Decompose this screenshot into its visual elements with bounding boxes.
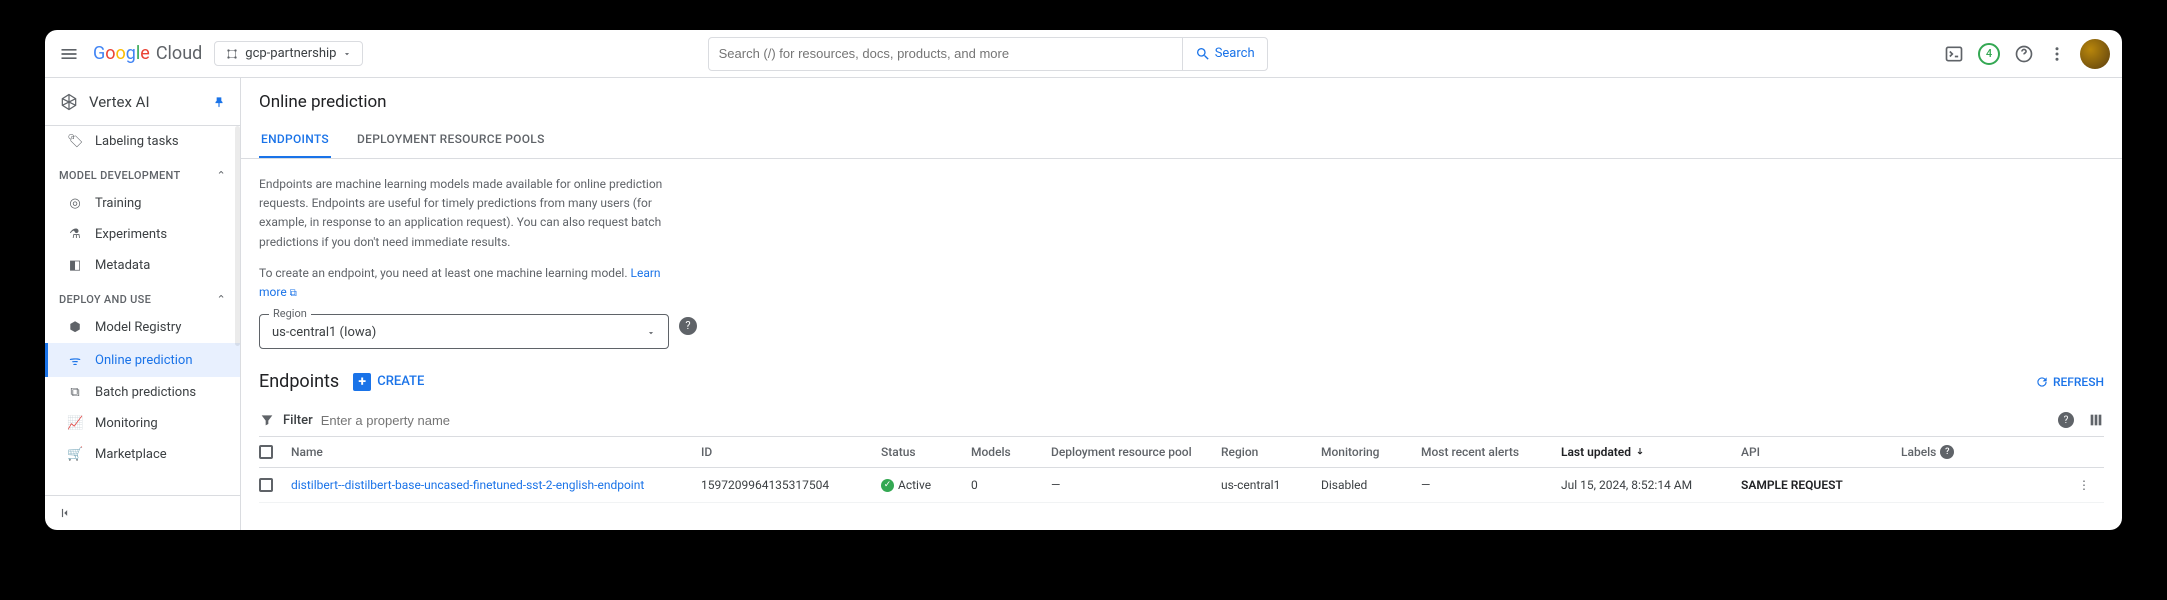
chevron-up-icon: ⌃ [216,293,226,306]
columns-icon[interactable] [2088,412,2104,428]
col-status[interactable]: Status [881,445,971,459]
sidebar-item-training[interactable]: ◎Training [45,188,240,219]
col-name[interactable]: Name [291,445,701,459]
pin-icon[interactable] [212,95,226,109]
notifications-badge[interactable]: 4 [1978,43,2000,65]
user-avatar[interactable] [2080,39,2110,69]
product-header[interactable]: Vertex AI [45,78,240,126]
cart-icon: 🛒 [67,447,83,462]
info-icon: ? [1940,445,1954,459]
project-picker[interactable]: gcp-partnership [214,41,363,66]
col-id[interactable]: ID [701,445,881,459]
endpoint-alerts: — [1421,478,1561,492]
sidebar-item-labeling[interactable]: 🏷Labeling tasks [45,126,240,157]
chevron-down-icon [646,328,656,338]
endpoint-pool: — [1051,478,1221,492]
table-header: Name ID Status Models Deployment resourc… [259,437,2104,468]
chevron-down-icon [342,49,352,59]
description-text-2: To create an endpoint, you need at least… [259,266,628,280]
search-bar: Search [708,37,1268,71]
col-last-updated[interactable]: Last updated [1561,445,1741,459]
plus-icon: + [353,373,371,391]
sidebar-item-online-prediction[interactable]: ᯤOnline prediction [45,343,240,377]
registry-icon: ⬢ [67,320,83,335]
nav-menu-icon[interactable] [57,42,81,66]
topbar-right-icons: 4 [1944,39,2110,69]
top-bar: Google Cloud gcp-partnership Search 4 [45,30,2122,78]
row-more-icon[interactable]: ⋮ [2064,478,2104,492]
filter-icon [259,412,275,428]
collapse-sidebar-button[interactable] [45,495,240,530]
filter-label: Filter [283,413,313,428]
arrow-down-icon [1634,446,1646,458]
chevron-up-icon: ⌃ [216,169,226,182]
sidebar-item-metadata[interactable]: ◧Metadata [45,250,240,281]
row-checkbox[interactable] [259,478,273,492]
main-content: Online prediction ENDPOINTS DEPLOYMENT R… [241,78,2122,530]
google-cloud-logo[interactable]: Google Cloud [93,43,202,64]
sample-request-button[interactable]: SAMPLE REQUEST [1741,478,1901,492]
tabs: ENDPOINTS DEPLOYMENT RESOURCE POOLS [241,122,2122,159]
endpoints-table: Name ID Status Models Deployment resourc… [259,437,2104,503]
help-icon[interactable] [2014,44,2034,64]
sidebar-item-monitoring[interactable]: 📈Monitoring [45,408,240,439]
table-row: distilbert--distilbert-base-uncased-fine… [259,468,2104,503]
endpoint-id: 1597209964135317504 [701,478,881,492]
sidebar-item-marketplace[interactable]: 🛒Marketplace [45,439,240,470]
flask-icon: ⚗ [67,227,83,242]
page-title: Online prediction [241,78,2122,122]
app-window: Google Cloud gcp-partnership Search 4 [45,30,2122,530]
col-alerts[interactable]: Most recent alerts [1421,445,1561,459]
cloud-shell-icon[interactable] [1944,44,1964,64]
endpoint-status: ✓Active [881,478,971,492]
region-help-icon[interactable]: ? [679,317,697,335]
endpoint-last-updated: Jul 15, 2024, 8:52:14 AM [1561,478,1741,492]
filter-help-icon[interactable]: ? [2058,412,2074,428]
col-region[interactable]: Region [1221,445,1321,459]
training-icon: ◎ [67,196,83,211]
region-value: us-central1 (Iowa) [272,325,376,340]
metadata-icon: ◧ [67,258,83,273]
vertex-ai-icon [59,92,79,112]
tab-endpoints[interactable]: ENDPOINTS [259,122,331,158]
sidebar-section-deploy[interactable]: DEPLOY AND USE⌃ [45,281,240,312]
region-select[interactable]: Region us-central1 (Iowa) [259,314,669,349]
chart-icon: 📈 [67,416,83,431]
external-link-icon: ⧉ [290,288,297,299]
col-models[interactable]: Models [971,445,1051,459]
sidebar-item-model-registry[interactable]: ⬢Model Registry [45,312,240,343]
search-input[interactable] [709,46,1182,61]
col-api[interactable]: API [1741,445,1901,459]
sidebar: Vertex AI 🏷Labeling tasks MODEL DEVELOPM… [45,78,241,530]
more-icon[interactable] [2048,45,2066,63]
search-button[interactable]: Search [1182,38,1267,70]
tab-deployment-resource-pools[interactable]: DEPLOYMENT RESOURCE POOLS [355,122,547,158]
col-labels[interactable]: Labels? [1901,445,2031,459]
region-label: Region [269,307,311,320]
search-icon [1195,46,1211,62]
sidebar-item-experiments[interactable]: ⚗Experiments [45,219,240,250]
tag-icon: 🏷 [67,134,83,149]
select-all-checkbox[interactable] [259,445,273,459]
batch-icon: ⧉ [67,385,83,400]
endpoint-region: us-central1 [1221,478,1321,492]
check-icon: ✓ [881,479,894,492]
sidebar-section-model-dev[interactable]: MODEL DEVELOPMENT⌃ [45,157,240,188]
create-button[interactable]: + CREATE [353,373,424,391]
refresh-button[interactable]: REFRESH [2035,375,2104,389]
filter-input[interactable] [321,413,2050,428]
col-monitoring[interactable]: Monitoring [1321,445,1421,459]
project-name: gcp-partnership [245,46,336,61]
sidebar-item-batch-predictions[interactable]: ⧉Batch predictions [45,377,240,408]
endpoint-name-link[interactable]: distilbert--distilbert-base-uncased-fine… [291,478,701,492]
section-title: Endpoints [259,371,339,392]
endpoint-monitoring: Disabled [1321,478,1421,492]
endpoint-models: 0 [971,478,1051,492]
refresh-icon [2035,375,2049,389]
description-text: Endpoints are machine learning models ma… [259,175,669,252]
filter-bar: Filter ? [259,402,2104,437]
chevron-left-icon [59,506,73,520]
broadcast-icon: ᯤ [67,351,83,369]
col-pool[interactable]: Deployment resource pool [1051,445,1221,459]
